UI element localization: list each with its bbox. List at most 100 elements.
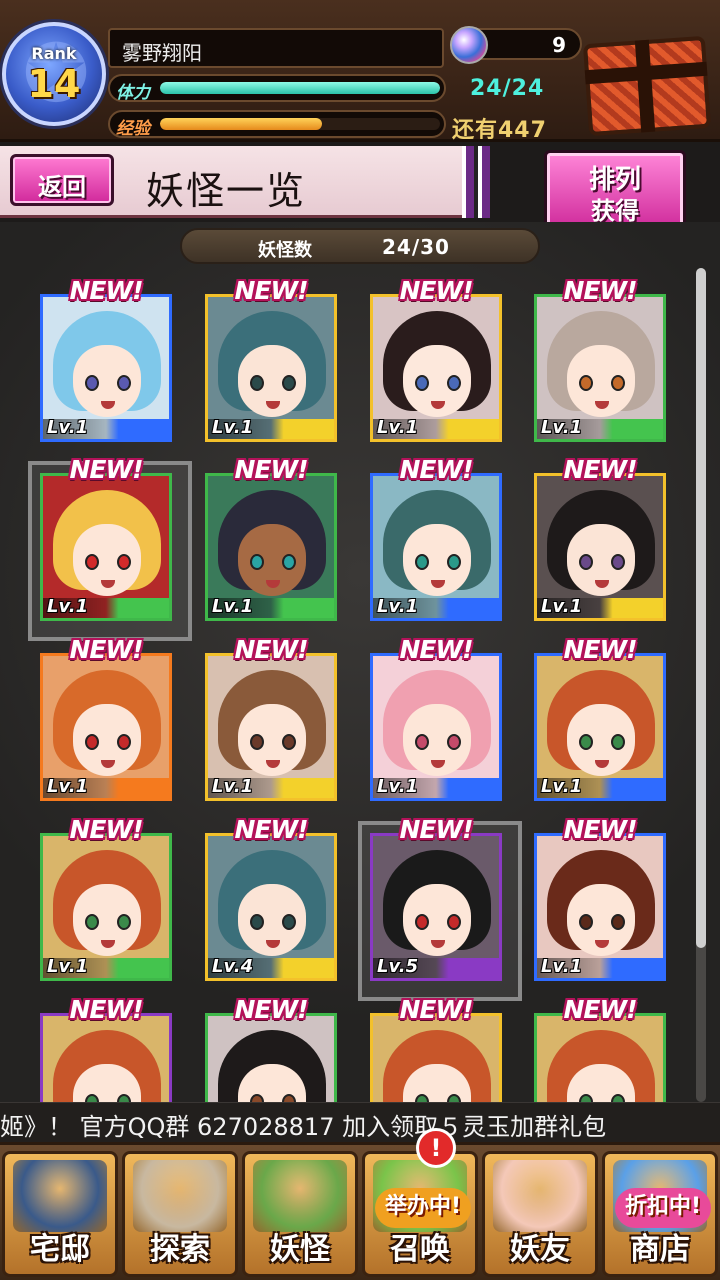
new-badge: NEW! [399,635,474,664]
level-label: Lv.1 [212,417,254,438]
nav-6[interactable]: 折扣中! 商店 [602,1151,718,1277]
new-badge: NEW! [69,276,144,305]
nav-2[interactable]: 探索 [122,1151,238,1277]
nav-label: 商店 [630,1232,690,1267]
new-badge: NEW! [563,815,638,844]
event-badge: 折扣中! [615,1188,711,1228]
level-label: Lv.5 [377,956,419,977]
new-badge: NEW! [234,455,309,484]
new-badge: NEW! [234,276,309,305]
yokai-portrait: Lv.1 [534,833,666,981]
bottom-nav: 宅邸 探索 妖怪 举办中! 召唤 妖友 折扣中! 商店 [0,1142,720,1280]
yokai-portrait: Lv.1 [40,653,172,801]
new-badge: NEW! [234,815,309,844]
nav-label: 妖友 [510,1232,570,1267]
yokai-portrait: Lv.1 [205,294,337,442]
stamina-value: 24/24 [470,76,545,101]
new-badge: NEW! [563,455,638,484]
new-badge: NEW! [563,995,638,1024]
nav-4[interactable]: 举办中! 召唤 [362,1151,478,1277]
new-badge: NEW! [399,815,474,844]
level-label: Lv.1 [47,776,89,797]
yokai-list-panel: 妖怪数 24/30 Lv.1 NEW! Lv.1 NEW! Lv.1 NEW! Lv.1 NE… [0,222,720,1102]
yokai-portrait: Lv.1 [370,473,502,621]
player-name-box: 雾野翔阳 [108,28,444,68]
yokai-card[interactable]: Lv.1 NEW! [205,276,337,442]
yokai-portrait: Lv.1 [534,653,666,801]
gem-count: 9 [552,33,566,57]
stamina-label: 体力 [116,83,150,103]
yokai-card[interactable]: Lv.1 NEW! [370,276,502,442]
yokai-portrait: Lv.1 [370,294,502,442]
level-label: Lv.1 [541,956,583,977]
yokai-portrait: Lv.1 [205,473,337,621]
title-bar: 返回 妖怪一览 [0,146,490,218]
level-label: Lv.1 [212,776,254,797]
exp-fill [160,118,323,130]
yokai-card[interactable]: Lv.1 NEW! [205,635,337,801]
yokai-card[interactable]: Lv.1 NEW! [534,635,666,801]
level-label: Lv.4 [212,956,254,977]
back-button[interactable]: 返回 [10,154,114,206]
yokai-card[interactable]: Lv.5 NEW! [358,815,522,1001]
yokai-portrait [40,1013,172,1102]
yokai-count-value: 24/30 [382,235,450,259]
exp-remaining: 还有447 [452,118,547,143]
yokai-card[interactable]: Lv.1 NEW! [40,276,172,442]
yokai-card[interactable]: Lv.1 NEW! [534,455,666,621]
yokai-portrait [370,1013,502,1102]
yokai-portrait: Lv.1 [205,653,337,801]
yokai-card[interactable]: Lv.1 NEW! [534,815,666,981]
new-badge: NEW! [234,635,309,664]
yokai-card[interactable]: Lv.1 NEW! [40,635,172,801]
nav-label: 召唤 [390,1232,450,1267]
yokai-portrait: Lv.5 [370,833,502,981]
yokai-card[interactable]: Lv.1 NEW! [40,815,172,981]
yokai-count-label: 妖怪数 [258,240,312,261]
level-label: Lv.1 [47,417,89,438]
yokai-card[interactable]: Lv.1 NEW! [370,455,502,621]
exp-label: 经验 [116,119,150,139]
level-label: Lv.1 [377,417,419,438]
page-title: 妖怪一览 [146,169,307,213]
spirit-gem-icon [450,26,488,64]
yokai-card[interactable]: NEW! [205,995,337,1102]
yokai-card[interactable]: NEW! [370,995,502,1102]
yokai-card[interactable]: NEW! [40,995,172,1102]
yokai-portrait: Lv.1 [40,833,172,981]
rank-badge: ✪ Rank 14 [2,22,106,126]
stamina-bar: 体力 [108,74,446,103]
new-badge: NEW! [399,276,474,305]
new-badge: NEW! [563,635,638,664]
nav-label: 宅邸 [30,1232,90,1267]
yokai-portrait: Lv.1 [370,653,502,801]
level-label: Lv.1 [541,776,583,797]
nav-1[interactable]: 宅邸 [2,1151,118,1277]
nav-3[interactable]: 妖怪 [242,1151,358,1277]
nav-label: 探索 [150,1232,210,1267]
back-label: 返回 [38,173,86,201]
rank-label: Rank [31,44,77,63]
yokai-portrait [534,1013,666,1102]
gift-box-icon[interactable] [582,35,712,137]
yokai-card[interactable]: Lv.1 NEW! [205,455,337,621]
level-label: Lv.1 [212,596,254,617]
rank-value: 14 [27,62,81,106]
yokai-card[interactable]: Lv.1 NEW! [534,276,666,442]
gem-counter[interactable]: 9 [450,26,582,64]
mansion-icon [13,1160,107,1232]
sort-button[interactable]: 排列 获得 [544,147,707,230]
nav-5[interactable]: 妖友 [482,1151,598,1277]
level-label: Lv.1 [541,596,583,617]
yokai-portrait: Lv.1 [40,473,172,621]
yokai-card[interactable]: Lv.1 NEW! [370,635,502,801]
yokai-count-pill: 妖怪数 24/30 [180,228,540,264]
scrollbar[interactable] [696,268,706,1102]
magnifier-icon [133,1160,227,1232]
yokai-card[interactable]: Lv.1 NEW! [28,455,192,641]
yokai-card[interactable]: Lv.4 NEW! [205,815,337,981]
scroll-thumb[interactable] [696,268,706,948]
yokai-card[interactable]: NEW! [534,995,666,1102]
new-badge: NEW! [69,995,144,1024]
event-badge: 举办中! [375,1188,471,1228]
